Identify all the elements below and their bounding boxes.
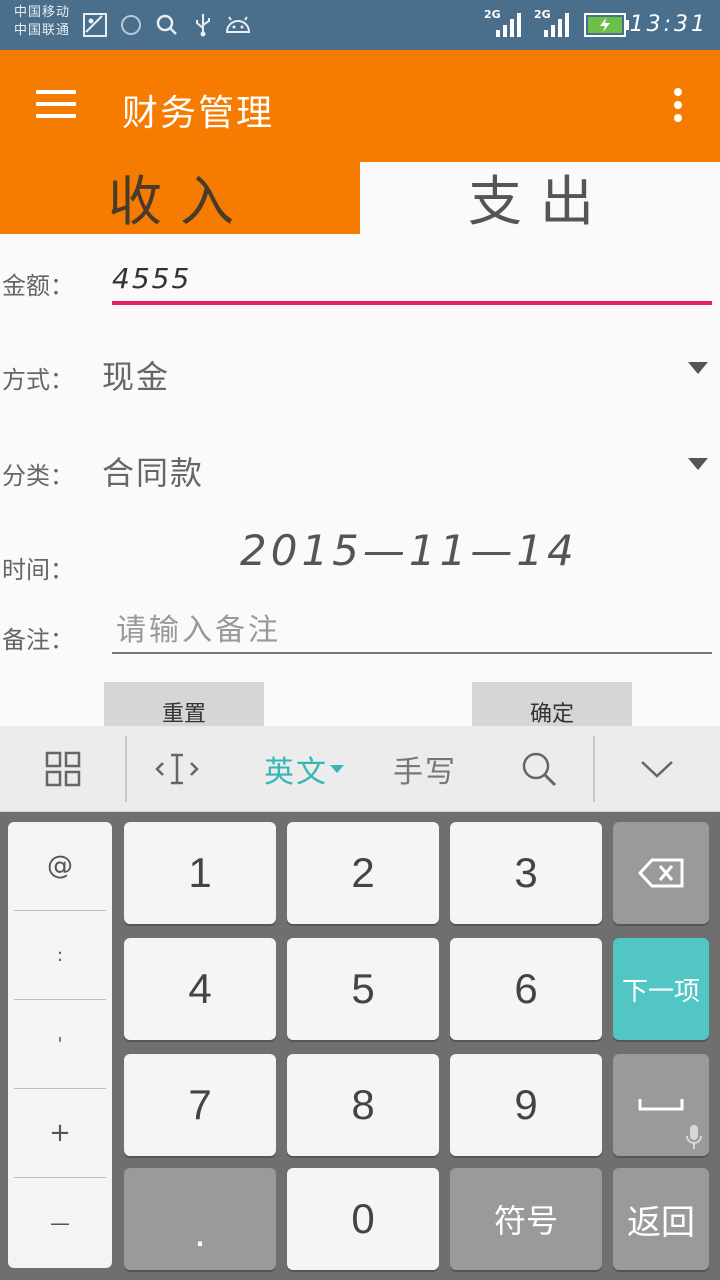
language-switch[interactable]: 英文 <box>248 726 362 812</box>
reset-button[interactable]: 重置 <box>104 682 264 726</box>
key-1[interactable]: 1 <box>124 822 276 924</box>
method-label: 方式： <box>2 366 74 394</box>
key-8[interactable]: 8 <box>287 1054 439 1156</box>
tab-income[interactable]: 收入 <box>0 162 360 234</box>
key-7[interactable]: 7 <box>124 1054 276 1156</box>
backspace-key[interactable] <box>613 822 709 924</box>
more-vert-icon[interactable] <box>674 88 684 124</box>
signal-2-icon <box>544 13 569 37</box>
numeric-keyboard: @ : ' + — 1 2 3 4 5 6 下一项 7 8 9 . 0 符号 返… <box>0 812 720 1280</box>
note-input[interactable] <box>112 608 712 654</box>
toolbar-divider <box>125 736 127 802</box>
signal-1-icon <box>496 13 521 37</box>
back-key[interactable]: 返回 <box>613 1168 709 1270</box>
key-4[interactable]: 4 <box>124 938 276 1040</box>
gallery-icon <box>83 13 107 37</box>
key-apostrophe[interactable]: ' <box>14 1000 106 1089</box>
category-label: 分类： <box>2 462 74 490</box>
hamburger-menu-icon[interactable] <box>36 90 76 120</box>
amount-label: 金额： <box>2 272 74 300</box>
language-dropdown-icon <box>330 765 344 773</box>
carrier-1: 中国移动 <box>14 5 71 20</box>
carrier-info: 中国移动 中国联通 <box>14 4 70 40</box>
key-3[interactable]: 3 <box>450 822 602 924</box>
tab-expense[interactable]: 支出 <box>360 162 720 234</box>
key-6[interactable]: 6 <box>450 938 602 1040</box>
battery-charging-icon <box>584 13 629 37</box>
symbol-column: @ : ' + — <box>8 822 112 1268</box>
key-colon[interactable]: : <box>14 911 106 1000</box>
cursor-move-icon[interactable] <box>144 726 210 812</box>
chevron-down-icon[interactable] <box>622 726 692 812</box>
carrier-2: 中国联通 <box>14 23 71 38</box>
app-title: 财务管理 <box>122 93 275 134</box>
confirm-button[interactable]: 确定 <box>472 682 632 726</box>
space-icon <box>638 1099 684 1111</box>
toolbar-divider <box>593 736 595 802</box>
space-key[interactable] <box>613 1054 709 1156</box>
key-5[interactable]: 5 <box>287 938 439 1040</box>
keyboard-search-icon[interactable] <box>506 726 572 812</box>
key-0[interactable]: 0 <box>287 1168 439 1270</box>
keyboard-toolbar: 英文 手写 <box>0 726 720 812</box>
method-dropdown-arrow-icon[interactable] <box>688 362 708 374</box>
usb-icon <box>196 14 210 37</box>
amount-input[interactable]: 4555 <box>112 262 191 295</box>
search-status-icon <box>156 14 177 35</box>
status-bar: 中国移动 中国联通 2G 2G 13:31 <box>0 0 720 50</box>
handwriting-mode[interactable]: 手写 <box>378 726 472 812</box>
key-at[interactable]: @ <box>14 822 106 911</box>
method-select[interactable]: 现金 <box>102 352 170 398</box>
next-key[interactable]: 下一项 <box>613 938 709 1040</box>
date-picker[interactable]: 2015—11—14 <box>240 526 578 575</box>
category-select[interactable]: 合同款 <box>102 448 204 494</box>
android-debug-icon <box>225 16 251 33</box>
key-9[interactable]: 9 <box>450 1054 602 1156</box>
key-dot[interactable]: . <box>124 1168 276 1270</box>
symbols-key[interactable]: 符号 <box>450 1168 602 1270</box>
grid-icon[interactable] <box>30 726 96 812</box>
amount-input-underline <box>112 301 712 305</box>
note-label: 备注： <box>2 626 74 654</box>
app-bar: 财务管理 <box>0 50 720 162</box>
key-2[interactable]: 2 <box>287 822 439 924</box>
key-dash[interactable]: — <box>14 1178 106 1267</box>
handwriting-label: 手写 <box>393 755 457 790</box>
clock: 13:31 <box>629 12 708 37</box>
key-plus[interactable]: + <box>14 1089 106 1178</box>
category-dropdown-arrow-icon[interactable] <box>688 458 708 470</box>
time-label: 时间： <box>2 556 74 584</box>
backspace-icon <box>638 858 684 888</box>
language-label: 英文 <box>264 755 328 790</box>
microphone-icon <box>686 1125 702 1149</box>
circle-status-icon <box>121 15 141 35</box>
